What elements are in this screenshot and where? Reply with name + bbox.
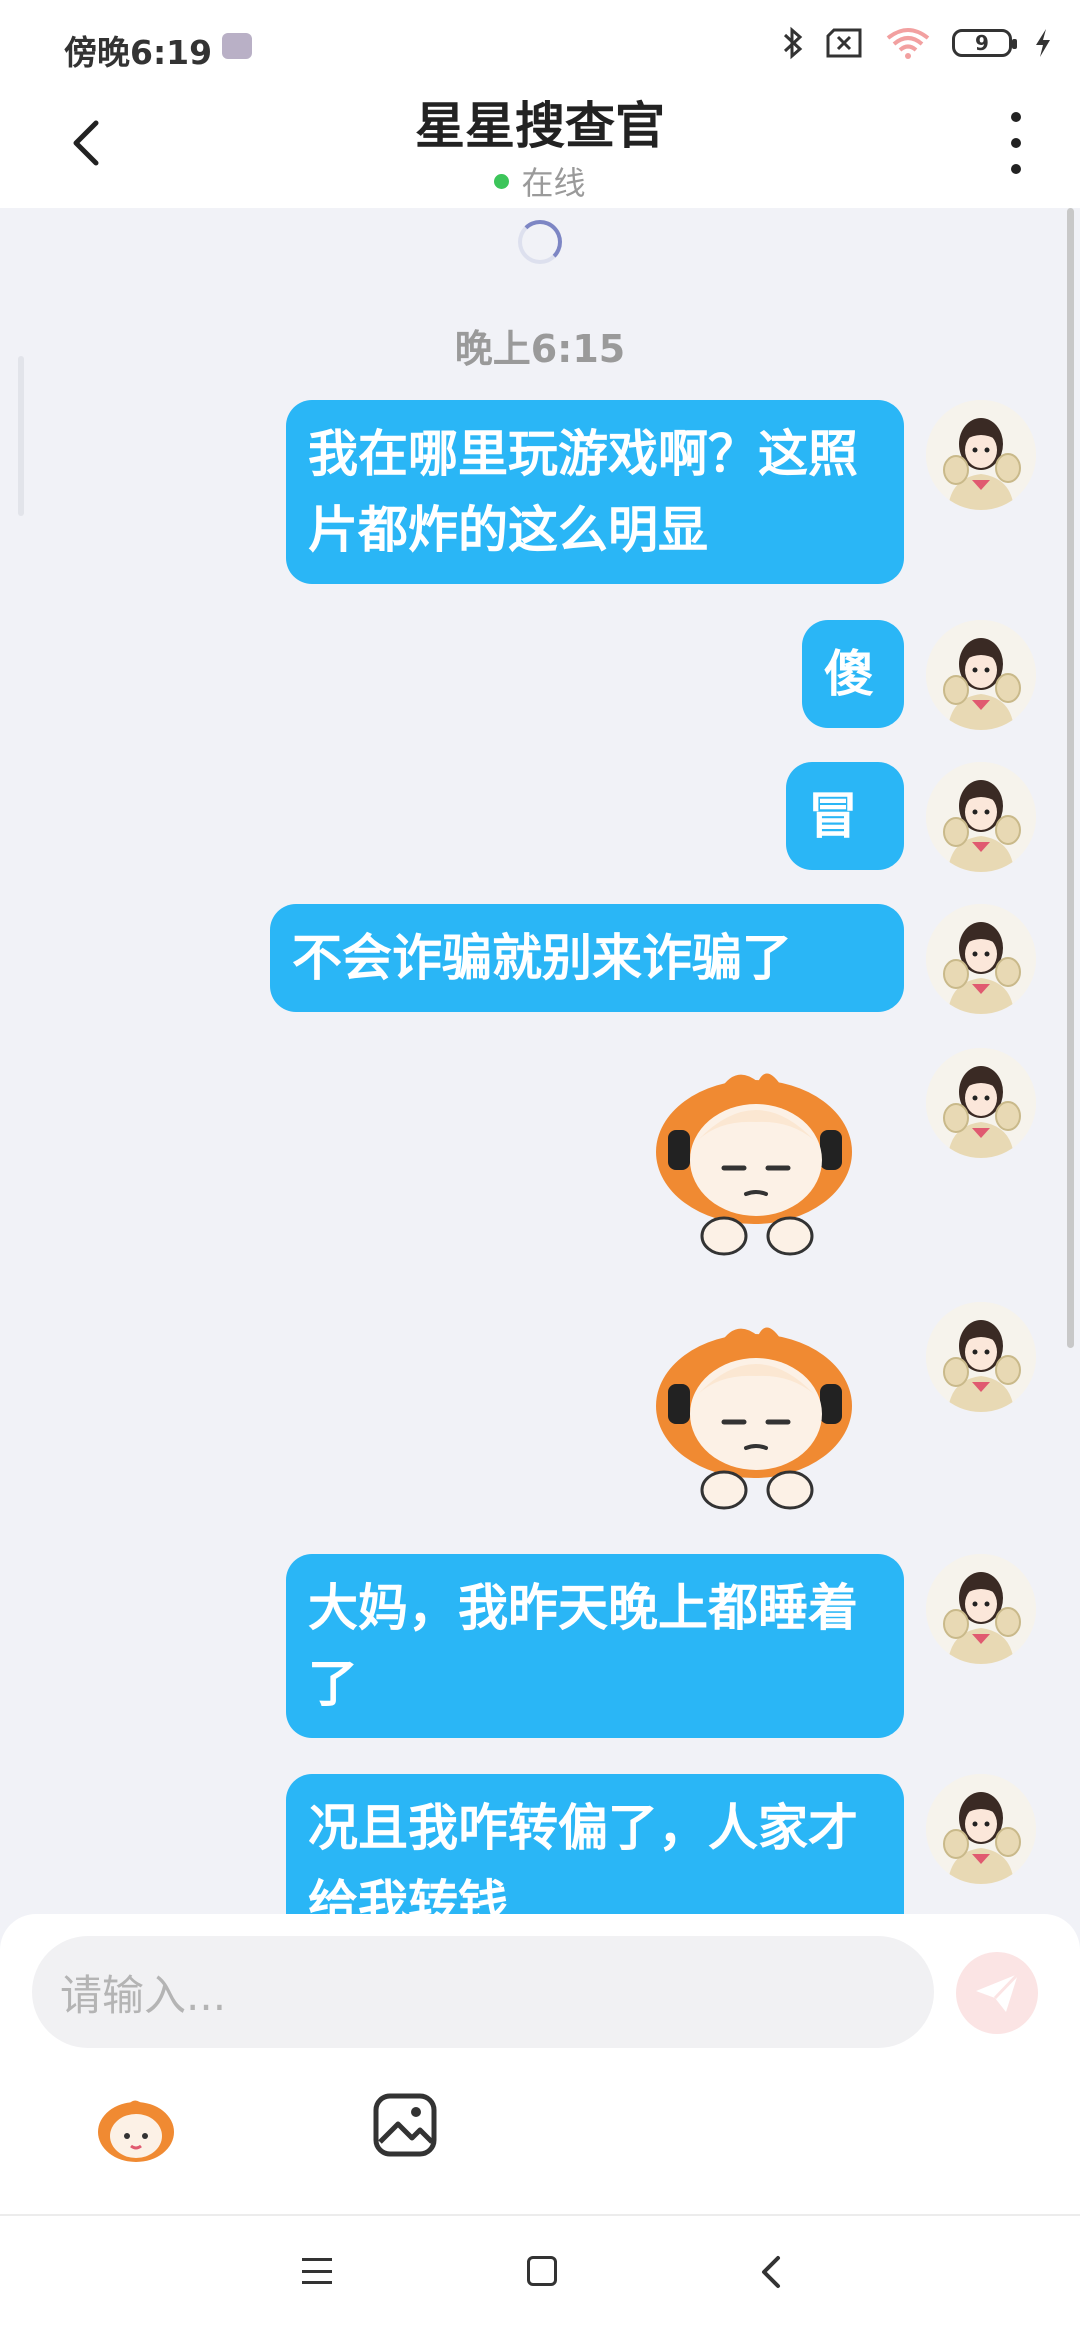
message-bubble[interactable]: 冒 xyxy=(786,762,904,870)
sulky-orange-hair-girl-sticker[interactable] xyxy=(640,1060,870,1260)
wifi-icon xyxy=(886,28,930,59)
scrollbar[interactable] xyxy=(1067,208,1074,1348)
message-bubble[interactable]: 我在哪里玩游戏啊？这照片都炸的这么明显 xyxy=(286,400,904,584)
message-bubble[interactable]: 不会诈骗就别来诈骗了 xyxy=(270,904,904,1012)
avatar[interactable] xyxy=(926,1302,1036,1412)
sulky-orange-hair-girl-sticker[interactable] xyxy=(640,1314,870,1514)
charging-icon xyxy=(1036,29,1050,57)
menu-icon[interactable] xyxy=(302,2258,332,2284)
top-bar: 傍晚6:19 9 星星搜查官 在线 xyxy=(0,0,1080,208)
loading-spinner-icon xyxy=(518,220,562,264)
avatar[interactable] xyxy=(926,1774,1036,1884)
battery-icon: 9 xyxy=(952,29,1017,57)
more-options-button[interactable] xyxy=(996,112,1036,174)
status-time: 傍晚6:19 xyxy=(64,33,213,72)
chat-area[interactable]: 晚上6:15 我在哪里玩游戏啊？这照片都炸的这么明显 傻 冒 不会诈骗就别来诈骗… xyxy=(0,208,1080,1914)
message-bubble[interactable]: 大妈，我昨天晚上都睡着了 xyxy=(286,1554,904,1738)
image-icon[interactable] xyxy=(372,2092,438,2158)
message-bubble[interactable]: 况且我咋转偏了，人家才给我转钱 xyxy=(286,1774,904,1914)
online-dot-icon xyxy=(494,173,510,189)
online-status: 在线 xyxy=(0,158,1080,204)
avatar[interactable] xyxy=(926,904,1036,1014)
send-button[interactable] xyxy=(956,1952,1038,2034)
system-nav-bar xyxy=(0,2214,1080,2340)
back-icon[interactable] xyxy=(756,2254,786,2290)
emoji-sticker-icon[interactable] xyxy=(96,2094,176,2166)
online-label: 在线 xyxy=(521,164,586,202)
avatar[interactable] xyxy=(926,762,1036,872)
sim-off-icon xyxy=(826,28,862,58)
battery-level: 9 xyxy=(975,31,989,55)
avatar[interactable] xyxy=(926,400,1036,510)
message-bubble[interactable]: 傻 xyxy=(802,620,904,728)
time-separator: 晚上6:15 xyxy=(454,327,626,371)
notification-icon xyxy=(222,33,252,59)
input-panel: 请输入... xyxy=(0,1914,1080,2214)
paper-plane-icon xyxy=(976,1972,1020,2012)
left-edge-marker xyxy=(18,356,24,516)
chat-title: 星星搜查官 xyxy=(415,97,665,155)
home-icon[interactable] xyxy=(527,2256,557,2286)
bluetooth-icon xyxy=(783,26,803,60)
avatar[interactable] xyxy=(926,1554,1036,1664)
message-input[interactable]: 请输入... xyxy=(32,1936,934,2048)
avatar[interactable] xyxy=(926,1048,1036,1158)
status-icons: 9 xyxy=(782,26,1052,60)
avatar[interactable] xyxy=(926,620,1036,730)
